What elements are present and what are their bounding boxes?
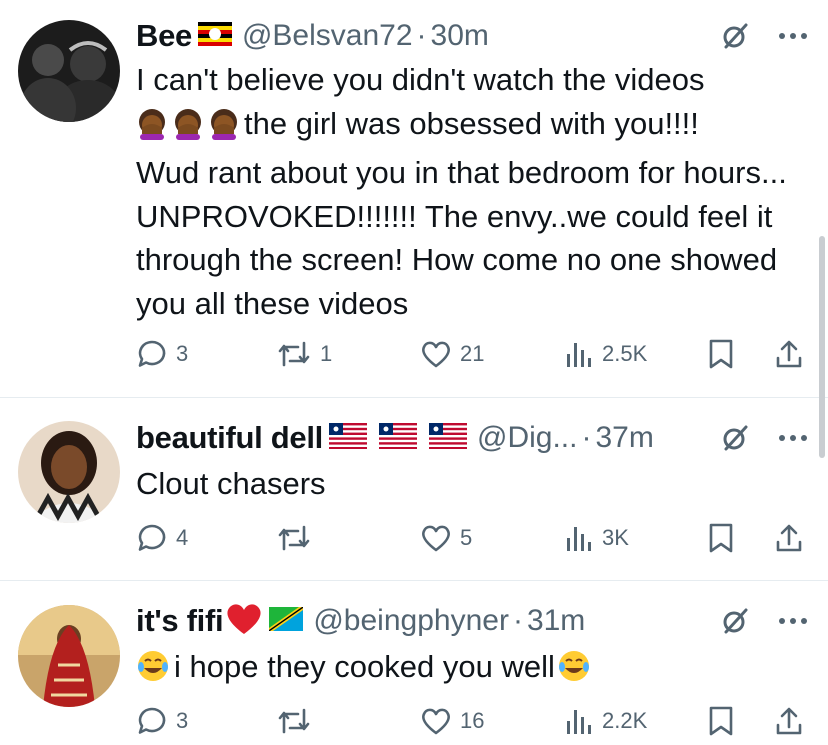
tweet-actions: 4 5 3K: [136, 520, 808, 556]
repost-icon: [278, 708, 310, 734]
tears-of-joy-emoji-icon: [557, 649, 591, 695]
share-icon: [776, 340, 802, 368]
repost-icon: [278, 341, 310, 367]
bookmark-icon: [709, 706, 733, 736]
views-button[interactable]: 2.5K: [564, 336, 647, 372]
tweet-text-line: i hope they cooked you well: [174, 649, 555, 684]
views-button[interactable]: 3K: [564, 520, 629, 556]
views-icon: [567, 343, 591, 367]
tanzania-flag-icon: [269, 606, 304, 636]
tweet-2[interactable]: beautiful dell @Dig... · 37m Clout chase…: [0, 398, 828, 580]
liberia-flag-icon: [378, 422, 417, 454]
tweet-text: i hope they cooked you well: [136, 645, 808, 695]
views-icon: [567, 710, 591, 734]
reply-count: 4: [176, 525, 189, 550]
heart-icon: [422, 708, 450, 735]
grok-icon[interactable]: [720, 423, 750, 453]
bookmark-button[interactable]: [708, 336, 734, 372]
reply-icon: [138, 707, 166, 734]
face-palm-emoji-icon: [172, 108, 204, 152]
like-count: 5: [460, 525, 473, 550]
view-count: 2.5K: [602, 341, 648, 366]
handle[interactable]: @Dig...: [477, 421, 577, 455]
timestamp[interactable]: 37m: [595, 421, 653, 455]
reply-icon: [138, 340, 166, 367]
reply-count: 3: [176, 708, 189, 733]
more-options-icon[interactable]: [778, 617, 808, 625]
avatar[interactable]: [18, 605, 120, 707]
tweet-3[interactable]: it's fifi @beingphyner · 31m i hope they…: [0, 581, 828, 745]
grok-icon[interactable]: [720, 21, 750, 51]
share-button[interactable]: [774, 336, 804, 372]
tweet-text: I can't believe you didn't watch the vid…: [136, 58, 808, 325]
face-palm-emoji-icon: [208, 108, 240, 152]
share-button[interactable]: [774, 703, 804, 739]
share-icon: [776, 707, 802, 735]
avatar[interactable]: [18, 20, 120, 122]
share-button[interactable]: [774, 520, 804, 556]
view-count: 3K: [602, 525, 629, 550]
share-icon: [776, 524, 802, 552]
tweet-1[interactable]: Bee @Belsvan72 · 30m I can't believe you…: [0, 0, 828, 397]
display-name[interactable]: it's fifi: [136, 603, 224, 639]
liberia-flag-icon: [328, 422, 367, 454]
views-button[interactable]: 2.2K: [564, 703, 647, 739]
bookmark-button[interactable]: [708, 520, 734, 556]
uganda-flag-icon: [197, 21, 232, 51]
separator-dot: ·: [512, 604, 523, 637]
face-palm-emoji-icon: [136, 108, 168, 152]
repost-button[interactable]: 1: [276, 336, 332, 372]
tweet-text: Clout chasers: [136, 466, 326, 501]
tweet-actions: 3 16 2.2K: [136, 703, 808, 739]
tweet-text-rest: Wud rant about you in that bedroom for h…: [136, 155, 787, 321]
tears-of-joy-emoji-icon: [136, 649, 170, 695]
liberia-flag-icon: [428, 422, 467, 454]
separator-dot: ·: [416, 19, 427, 52]
handle[interactable]: @Belsvan72: [242, 19, 413, 53]
bookmark-button[interactable]: [708, 703, 734, 739]
timestamp[interactable]: 30m: [431, 19, 489, 53]
scrollbar[interactable]: [819, 236, 825, 458]
like-button[interactable]: 5: [420, 520, 472, 556]
reply-button[interactable]: 3: [136, 703, 188, 739]
views-icon: [567, 527, 591, 551]
timestamp[interactable]: 31m: [527, 604, 585, 638]
tweet-text-line: the girl was obsessed with you!!!!: [244, 105, 699, 141]
tweet-actions: 3 1 21 2.5K: [136, 336, 808, 372]
view-count: 2.2K: [602, 708, 648, 733]
display-name[interactable]: Bee: [136, 18, 192, 54]
more-options-icon[interactable]: [778, 434, 808, 442]
bookmark-icon: [709, 523, 733, 553]
reply-button[interactable]: 4: [136, 520, 188, 556]
reply-count: 3: [176, 341, 189, 366]
heart-icon: [422, 525, 450, 552]
display-name[interactable]: beautiful dell: [136, 420, 323, 456]
red-heart-icon: [225, 602, 263, 641]
reply-icon: [138, 524, 166, 551]
bookmark-icon: [709, 339, 733, 369]
repost-button[interactable]: [276, 520, 320, 556]
repost-count: 1: [320, 341, 333, 366]
reply-button[interactable]: 3: [136, 336, 188, 372]
grok-icon[interactable]: [720, 606, 750, 636]
more-options-icon[interactable]: [778, 32, 808, 40]
like-count: 21: [460, 341, 485, 366]
like-button[interactable]: 21: [420, 336, 484, 372]
handle[interactable]: @beingphyner: [313, 604, 509, 638]
separator-dot: ·: [581, 421, 592, 454]
repost-button[interactable]: [276, 703, 320, 739]
like-count: 16: [460, 708, 485, 733]
tweet-text-line: I can't believe you didn't watch the vid…: [136, 62, 705, 97]
like-button[interactable]: 16: [420, 703, 484, 739]
repost-icon: [278, 525, 310, 551]
heart-icon: [422, 341, 450, 368]
avatar[interactable]: [18, 421, 120, 523]
